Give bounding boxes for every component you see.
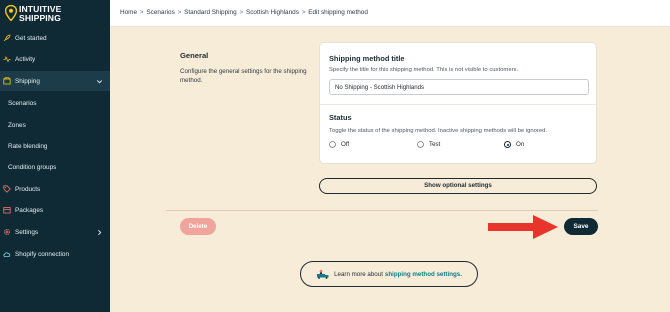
brand-logo[interactable]: INTUITIVE SHIPPING xyxy=(4,4,110,26)
delete-button[interactable]: Delete xyxy=(180,218,216,235)
radio-circle-icon xyxy=(329,141,336,148)
learn-more-text: Learn more about xyxy=(334,270,383,278)
learn-more-link[interactable]: shipping method settings. xyxy=(385,271,462,278)
package-icon xyxy=(3,206,11,214)
sidebar-item-products[interactable]: Products xyxy=(0,179,110,199)
sidebar-item-label: Shopify connection xyxy=(15,250,70,258)
shipping-method-title-input[interactable] xyxy=(329,79,589,95)
general-settings-card: Shipping method title Specify the title … xyxy=(319,42,597,164)
sidebar-item-settings[interactable]: Settings xyxy=(0,222,110,242)
radio-checked-icon xyxy=(504,141,511,148)
sidebar-item-label: Shipping xyxy=(15,77,40,85)
sidebar-item-packages[interactable]: Packages xyxy=(0,200,110,220)
general-description: Configure the general settings for the s… xyxy=(180,68,307,84)
cloud-icon xyxy=(3,250,11,258)
location-pin-icon xyxy=(5,5,17,21)
chevron-right-icon xyxy=(95,228,103,236)
sidebar-item-label: Products xyxy=(15,185,41,193)
delivery-illustration-icon xyxy=(317,269,329,279)
sidebar-item-label: Activity xyxy=(15,55,36,63)
status-radio-test[interactable]: Test xyxy=(417,141,440,148)
breadcrumb-current-page: Edit shipping method xyxy=(308,9,368,16)
sidebar-item-shopify-connection[interactable]: Shopify connection xyxy=(0,244,110,264)
sidebar-item-zones[interactable]: Zones xyxy=(0,115,110,135)
rocket-icon xyxy=(3,34,11,42)
save-button[interactable]: Save xyxy=(564,218,598,235)
top-bar: Home > Scenarios > Standard Shipping > S… xyxy=(110,0,670,27)
tag-icon xyxy=(3,185,11,193)
status-radio-label: Off xyxy=(341,141,350,148)
status-radio-on[interactable]: On xyxy=(504,141,524,148)
breadcrumb-separator: > xyxy=(177,9,182,16)
gear-icon xyxy=(3,228,11,236)
status-radio-label: On xyxy=(516,141,525,148)
breadcrumb: Home > Scenarios > Standard Shipping > S… xyxy=(120,9,368,16)
sidebar-item-label: Scenarios xyxy=(8,99,37,107)
breadcrumb-separator: > xyxy=(239,9,244,16)
sidebar-item-activity[interactable]: Activity xyxy=(0,49,110,69)
sidebar-item-label: Condition groups xyxy=(8,163,57,171)
breadcrumb-standard-shipping[interactable]: Standard Shipping xyxy=(184,9,237,16)
brand-line-2: SHIPPING xyxy=(19,13,61,23)
red-arrow-icon xyxy=(488,215,558,239)
status-radio-label: Test xyxy=(429,141,441,148)
sidebar-item-rate-blending[interactable]: Rate blending xyxy=(0,136,110,156)
radio-circle-icon xyxy=(417,141,424,148)
activity-icon xyxy=(3,55,11,63)
sidebar-item-condition-groups[interactable]: Condition groups xyxy=(0,157,110,177)
breadcrumb-scenarios[interactable]: Scenarios xyxy=(146,9,174,16)
status-help: Toggle the status of the shipping method… xyxy=(329,128,548,134)
sidebar-item-get-started[interactable]: Get started xyxy=(0,28,110,48)
box-icon xyxy=(3,77,11,85)
sidebar-item-shipping[interactable]: Shipping xyxy=(0,71,110,91)
footer-divider xyxy=(166,210,598,211)
breadcrumb-home[interactable]: Home xyxy=(120,9,137,16)
breadcrumb-scottish-highlands[interactable]: Scottish Highlands xyxy=(246,9,299,16)
breadcrumb-separator: > xyxy=(301,9,306,16)
sidebar-item-label: Packages xyxy=(15,206,44,214)
sidebar-item-label: Get started xyxy=(15,34,47,42)
shipping-method-title-help: Specify the title for this shipping meth… xyxy=(329,67,519,73)
sidebar: INTUITIVE SHIPPING Get started Activity … xyxy=(0,0,110,312)
sidebar-item-label: Settings xyxy=(15,228,39,236)
sidebar-item-label: Zones xyxy=(8,121,26,129)
status-label: Status xyxy=(329,113,352,122)
learn-more-banner[interactable]: Learn more about shipping method setting… xyxy=(300,261,478,287)
brand-name: INTUITIVE SHIPPING xyxy=(19,5,61,23)
status-radio-off[interactable]: Off xyxy=(329,141,349,148)
breadcrumb-separator: > xyxy=(139,9,144,16)
shipping-method-title-label: Shipping method title xyxy=(329,54,405,63)
card-divider xyxy=(320,104,596,105)
sidebar-item-scenarios[interactable]: Scenarios xyxy=(0,93,110,113)
sidebar-item-label: Rate blending xyxy=(8,142,48,150)
chevron-down-icon xyxy=(95,77,103,85)
general-heading: General xyxy=(180,51,209,60)
show-optional-settings-button[interactable]: Show optional settings xyxy=(319,178,597,194)
